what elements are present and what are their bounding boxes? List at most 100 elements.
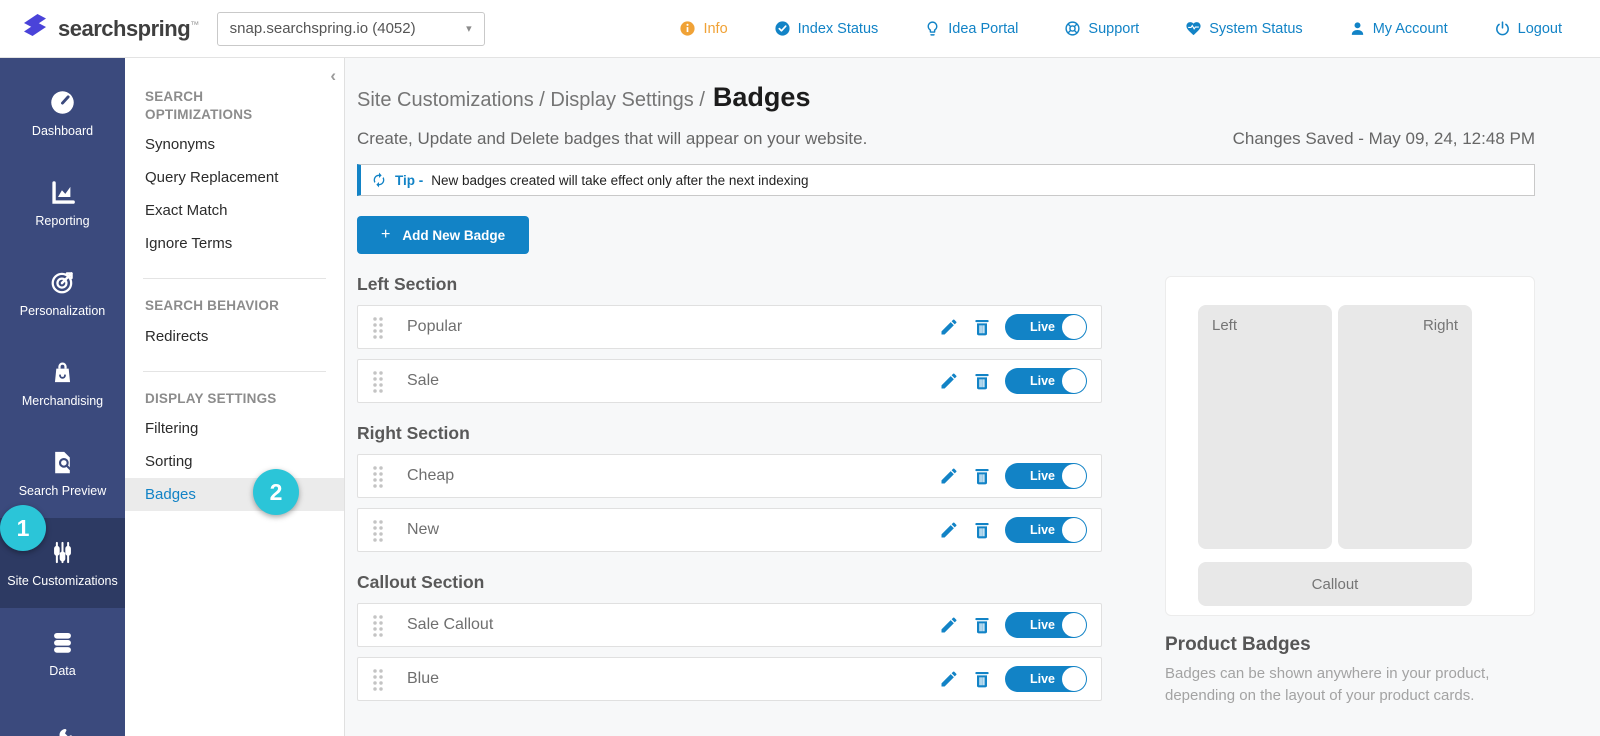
group-title: SEARCH OPTIMIZATIONS: [145, 89, 253, 123]
chart-icon: [52, 180, 75, 204]
edit-pencil-icon[interactable]: [939, 520, 959, 540]
subnav-item-exact-match[interactable]: Exact Match: [125, 194, 344, 227]
searchspring-logo-icon: [24, 13, 46, 36]
top-navigation: Info Index Status Idea Portal Support Sy…: [679, 20, 1600, 37]
badge-row-popular: Popular Live: [357, 305, 1102, 349]
nav-system-status[interactable]: System Status: [1185, 20, 1303, 37]
document-search-icon: [55, 451, 72, 473]
badge-sections: Left Section Popular Live Sale Live Righ…: [357, 254, 1102, 711]
toggle-knob: [1062, 315, 1086, 339]
badge-name: Cheap: [407, 467, 455, 484]
preview-description: Badges can be shown anywhere in your pro…: [1165, 665, 1490, 704]
preview-right-zone: Right: [1338, 305, 1472, 549]
drag-handle-icon[interactable]: [372, 613, 383, 637]
badge-layout-preview: Left Right Callout Product Badges Badges…: [1165, 276, 1535, 707]
chevron-down-icon: ▾: [466, 23, 472, 35]
badge-row-new: New Live: [357, 508, 1102, 552]
nav-support[interactable]: Support: [1064, 20, 1139, 37]
subnav-item-query-replacement[interactable]: Query Replacement: [125, 161, 344, 194]
drag-handle-icon[interactable]: [372, 667, 383, 691]
live-toggle[interactable]: Live: [1005, 612, 1087, 638]
nav-info[interactable]: Info: [679, 20, 728, 37]
subnav-item-filtering[interactable]: Filtering: [125, 412, 344, 445]
toggle-knob: [1062, 518, 1086, 542]
annotation-step-1: 1: [0, 505, 46, 551]
sidebar-item-personalization[interactable]: Personalization: [0, 248, 125, 338]
breadcrumb: Site Customizations / Display Settings /…: [357, 82, 1535, 113]
subnav-item-badges[interactable]: Badges: [125, 477, 344, 511]
edit-pencil-icon[interactable]: [939, 317, 959, 337]
live-toggle[interactable]: Live: [1005, 517, 1087, 543]
drag-handle-icon[interactable]: [372, 315, 383, 339]
info-icon: [680, 21, 696, 36]
live-toggle[interactable]: Live: [1005, 463, 1087, 489]
sidebar-item-merchandising[interactable]: Merchandising: [0, 338, 125, 428]
page-subtitle: Create, Update and Delete badges that wi…: [357, 129, 868, 148]
toggle-knob: [1062, 613, 1086, 637]
tip-text: New badges created will take effect only…: [431, 172, 809, 188]
drag-handle-icon[interactable]: [372, 518, 383, 542]
edit-pencil-icon[interactable]: [939, 371, 959, 391]
check-circle-icon: [775, 21, 790, 36]
subnav-item-synonyms[interactable]: Synonyms: [125, 128, 344, 161]
sidebar-item-reporting[interactable]: Reporting: [0, 158, 125, 248]
subnav-item-sorting[interactable]: Sorting: [125, 445, 344, 478]
badge-row-sale: Sale Live: [357, 359, 1102, 403]
add-new-badge-button[interactable]: + Add New Badge: [357, 216, 530, 254]
group-title: DISPLAY SETTINGS: [145, 390, 277, 406]
live-toggle[interactable]: Live: [1005, 368, 1087, 394]
trash-icon[interactable]: [972, 615, 992, 635]
refresh-icon: [373, 172, 385, 188]
gauge-icon: [51, 90, 74, 114]
annotation-step-2: 2: [253, 469, 299, 515]
trash-icon[interactable]: [972, 520, 992, 540]
breadcrumb-path[interactable]: Site Customizations / Display Settings /: [357, 89, 705, 112]
database-icon: [54, 632, 71, 653]
section-title-right: Right Section: [357, 423, 470, 443]
badge-name: Sale Callout: [407, 616, 494, 633]
nav-idea-portal[interactable]: Idea Portal: [924, 20, 1018, 37]
edit-pencil-icon[interactable]: [939, 669, 959, 689]
drag-handle-icon[interactable]: [372, 369, 383, 393]
subnav-item-ignore-terms[interactable]: Ignore Terms: [125, 227, 344, 260]
badge-row-cheap: Cheap Live: [357, 454, 1102, 498]
badge-row-sale-callout: Sale Callout Live: [357, 603, 1102, 647]
target-arrow-icon: [51, 271, 73, 293]
badge-row-blue: Blue Live: [357, 657, 1102, 701]
preview-callout-zone: Callout: [1198, 562, 1472, 606]
wrench-icon: [58, 728, 72, 736]
brand-logo[interactable]: searchspring™: [0, 13, 199, 44]
sidebar-item-partial[interactable]: [0, 698, 125, 736]
secondary-sidebar: ‹ SEARCH OPTIMIZATIONS Synonyms Query Re…: [125, 58, 345, 736]
drag-handle-icon[interactable]: [372, 464, 383, 488]
primary-sidebar: Dashboard Reporting Personalization Merc…: [0, 58, 125, 736]
layout-preview-card: Left Right Callout: [1165, 276, 1535, 616]
brand-name: searchspring™: [58, 15, 199, 41]
nav-group-search-optimizations: SEARCH OPTIMIZATIONS Synonyms Query Repl…: [125, 88, 344, 260]
sidebar-item-dashboard[interactable]: Dashboard: [0, 68, 125, 158]
sliders-icon: [54, 541, 71, 563]
trash-icon[interactable]: [972, 669, 992, 689]
sidebar-item-data[interactable]: Data: [0, 608, 125, 698]
badge-name: Blue: [407, 670, 440, 687]
top-header: searchspring™ snap.searchspring.io (4052…: [0, 0, 1600, 58]
edit-pencil-icon[interactable]: [939, 466, 959, 486]
group-title: SEARCH BEHAVIOR: [145, 298, 280, 314]
subnav-item-redirects[interactable]: Redirects: [125, 320, 344, 353]
live-toggle[interactable]: Live: [1005, 666, 1087, 692]
edit-pencil-icon[interactable]: [939, 615, 959, 635]
trademark: ™: [190, 19, 199, 30]
live-toggle[interactable]: Live: [1005, 314, 1087, 340]
nav-logout[interactable]: Logout: [1494, 20, 1562, 37]
collapse-panel-icon[interactable]: ‹: [330, 66, 336, 86]
nav-my-account[interactable]: My Account: [1349, 20, 1448, 37]
trash-icon[interactable]: [972, 371, 992, 391]
changes-saved-status: Changes Saved - May 09, 24, 12:48 PM: [1232, 129, 1535, 148]
nav-index-status[interactable]: Index Status: [774, 20, 878, 37]
site-selector-dropdown[interactable]: snap.searchspring.io (4052) ▾: [216, 11, 485, 46]
badge-name: New: [407, 521, 440, 538]
trash-icon[interactable]: [972, 317, 992, 337]
tip-banner: Tip - New badges created will take effec…: [357, 164, 1535, 196]
toggle-knob: [1062, 369, 1086, 393]
trash-icon[interactable]: [972, 466, 992, 486]
